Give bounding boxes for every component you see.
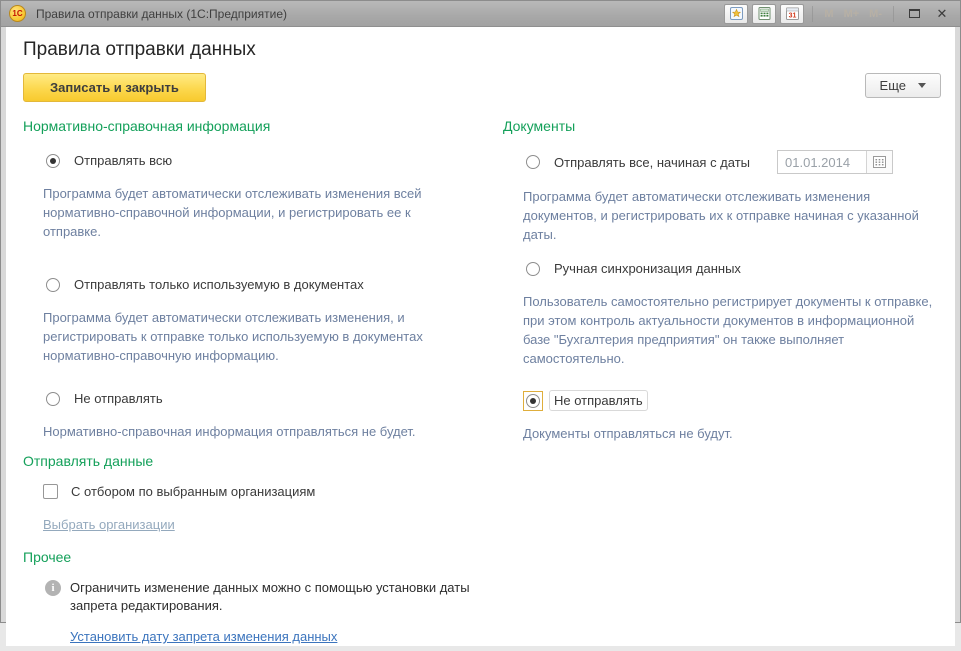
calculator-icon[interactable] — [752, 4, 776, 24]
favorites-star-icon[interactable] — [724, 4, 748, 24]
memory-m-minus-button[interactable]: М- — [866, 8, 885, 20]
window-title: Правила отправки данных (1С:Предприятие) — [36, 7, 724, 21]
save-and-close-button[interactable]: Записать и закрыть — [23, 73, 206, 102]
radio-label[interactable]: Отправлять все, начиная с даты — [549, 152, 755, 173]
hint-send-all-docs: Программа будет автоматически отслеживат… — [523, 187, 941, 244]
form-content: Правила отправки данных Записать и закры… — [6, 27, 955, 646]
section-header-documents: Документы — [503, 118, 941, 134]
radio-send-all-docs[interactable] — [526, 155, 540, 169]
command-bar: Записать и закрыть Еще — [23, 73, 941, 102]
radio-send-all-nsi[interactable] — [46, 154, 60, 168]
info-row: i Ограничить изменение данных можно с по… — [45, 579, 485, 615]
radio-option-no-send-docs[interactable]: Не отправлять — [523, 390, 941, 411]
chevron-down-icon — [918, 83, 926, 88]
radio-no-send-docs[interactable] — [526, 394, 540, 408]
section-header-send-data: Отправлять данные — [23, 453, 485, 469]
set-restriction-date-link[interactable]: Установить дату запрета изменения данных — [70, 629, 337, 644]
checkbox-label[interactable]: С отбором по выбранным организациям — [71, 484, 315, 499]
calendar-icon[interactable]: 31 — [780, 4, 804, 24]
hint-send-all-nsi: Программа будет автоматически отслеживат… — [43, 184, 455, 241]
radio-option-no-send-nsi[interactable]: Не отправлять — [43, 388, 485, 409]
radio-label[interactable]: Не отправлять — [69, 388, 168, 409]
checkbox-org-filter[interactable] — [43, 484, 58, 499]
section-header-nsi: Нормативно-справочная информация — [23, 118, 485, 134]
maximize-button[interactable] — [902, 4, 926, 24]
window-frame: Правила отправки данных Записать и закры… — [1, 27, 960, 651]
radio-label[interactable]: Отправлять только используемую в докумен… — [69, 274, 369, 295]
1c-logo-icon: 1С — [9, 5, 26, 22]
page-title: Правила отправки данных — [23, 39, 941, 61]
radio-option-send-all-nsi[interactable]: Отправлять всю — [43, 150, 485, 171]
info-icon: i — [45, 580, 61, 596]
titlebar-separator — [893, 6, 894, 22]
memory-m-plus-button[interactable]: М+ — [841, 8, 863, 20]
radio-option-send-used-nsi[interactable]: Отправлять только используемую в докумен… — [43, 274, 485, 295]
hint-manual-sync: Пользователь самостоятельно регистрирует… — [523, 292, 941, 368]
radio-send-used-nsi[interactable] — [46, 278, 60, 292]
app-window: 1С Правила отправки данных (1С:Предприят… — [0, 0, 961, 623]
radio-label[interactable]: Отправлять всю — [69, 150, 177, 171]
column-documents: Документы Отправлять все, начиная с даты… — [503, 118, 941, 646]
hint-no-send-nsi: Нормативно-справочная информация отправл… — [43, 422, 485, 441]
radio-label[interactable]: Не отправлять — [549, 390, 648, 411]
hint-send-used-nsi: Программа будет автоматически отслеживат… — [43, 308, 455, 365]
calendar-picker-icon — [873, 156, 886, 168]
date-picker-button[interactable] — [866, 151, 892, 173]
more-button[interactable]: Еще — [865, 73, 941, 98]
section-header-other: Прочее — [23, 549, 485, 565]
checkbox-row-org-filter[interactable]: С отбором по выбранным организациям — [43, 484, 485, 499]
titlebar: 1С Правила отправки данных (1С:Предприят… — [1, 1, 960, 27]
column-reference-info: Нормативно-справочная информация Отправл… — [23, 118, 485, 646]
more-button-label: Еще — [880, 78, 906, 93]
svg-text:31: 31 — [789, 13, 797, 20]
titlebar-separator — [812, 6, 813, 22]
radio-label[interactable]: Ручная синхронизация данных — [549, 258, 746, 279]
memory-m-button[interactable]: М — [821, 8, 836, 20]
close-button[interactable]: ✕ — [930, 4, 954, 24]
start-date-value[interactable]: 01.01.2014 — [778, 151, 866, 173]
radio-option-send-all-docs[interactable]: Отправлять все, начиная с даты 01.01.201… — [523, 150, 941, 174]
radio-no-send-nsi[interactable] — [46, 392, 60, 406]
hint-no-send-docs: Документы отправляться не будут. — [523, 424, 941, 443]
radio-manual-sync[interactable] — [526, 262, 540, 276]
info-text: Ограничить изменение данных можно с помо… — [70, 579, 485, 615]
select-organizations-link[interactable]: Выбрать организации — [43, 517, 175, 532]
start-date-field[interactable]: 01.01.2014 — [777, 150, 893, 174]
radio-option-manual-sync[interactable]: Ручная синхронизация данных — [523, 258, 941, 279]
